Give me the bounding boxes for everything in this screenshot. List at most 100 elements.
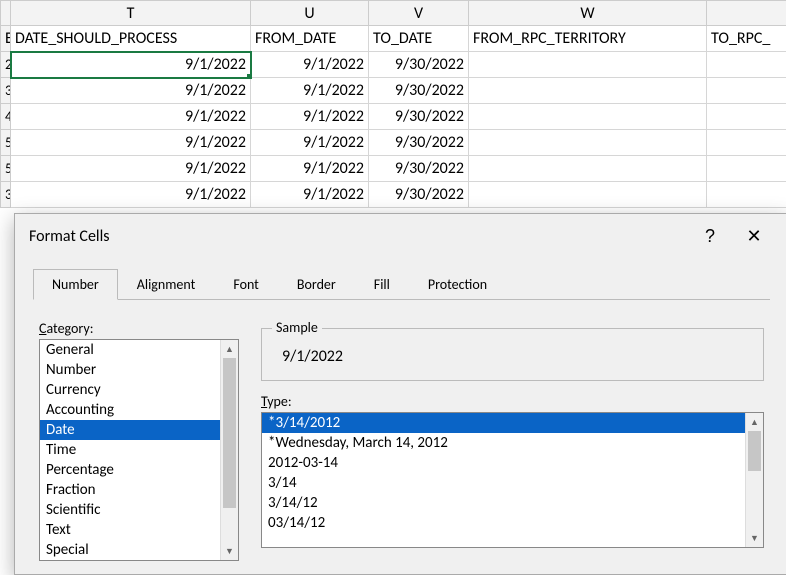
category-item[interactable]: Scientific xyxy=(40,500,220,520)
table-row: E DATE_SHOULD_PROCESS FROM_DATE TO_DATE … xyxy=(1,26,786,52)
row-header[interactable]: 5 xyxy=(1,130,11,156)
cell[interactable]: 9/30/2022 xyxy=(369,130,469,156)
cell[interactable]: 9/30/2022 xyxy=(369,78,469,104)
column-header-row: T U V W xyxy=(1,1,786,26)
row-header[interactable]: 4 xyxy=(1,104,11,130)
cell[interactable]: 9/1/2022 xyxy=(11,130,251,156)
cell[interactable]: 9/1/2022 xyxy=(11,182,251,208)
cell[interactable]: TO_DATE xyxy=(369,26,469,52)
category-item[interactable]: General xyxy=(40,340,220,360)
row-header[interactable]: 3 xyxy=(1,78,11,104)
format-detail-section: Sample 9/1/2022 Type: *3/14/2012 *Wednes… xyxy=(261,320,764,561)
close-button[interactable]: ✕ xyxy=(732,218,776,254)
tab-protection[interactable]: Protection xyxy=(409,269,506,300)
cell[interactable] xyxy=(707,182,786,208)
cell[interactable]: 9/30/2022 xyxy=(369,182,469,208)
tab-fill[interactable]: Fill xyxy=(355,269,409,300)
format-cells-dialog: Format Cells ? ✕ Number Alignment Font B… xyxy=(14,213,786,575)
type-item[interactable]: 03/14/12 xyxy=(262,513,745,533)
cell[interactable] xyxy=(469,156,707,182)
category-section: Category: General Number Currency Accoun… xyxy=(39,320,239,561)
type-section: Type: *3/14/2012 *Wednesday, March 14, 2… xyxy=(261,393,764,548)
category-item[interactable]: Special xyxy=(40,540,220,560)
tab-border[interactable]: Border xyxy=(278,269,355,300)
cell[interactable]: 9/1/2022 xyxy=(251,104,369,130)
category-item[interactable]: Fraction xyxy=(40,480,220,500)
category-item[interactable]: Text xyxy=(40,520,220,540)
scroll-down-icon[interactable]: ▼ xyxy=(221,542,238,560)
category-item[interactable]: Percentage xyxy=(40,460,220,480)
cell[interactable] xyxy=(707,130,786,156)
table-row: 2 9/1/2022 9/1/2022 9/30/2022 xyxy=(1,52,786,78)
col-header-W[interactable]: W xyxy=(469,1,707,26)
category-scrollbar[interactable]: ▲ ▼ xyxy=(220,340,238,560)
cell[interactable]: 9/1/2022 xyxy=(251,52,369,78)
cell[interactable]: DATE_SHOULD_PROCESS xyxy=(11,26,251,52)
scroll-thumb[interactable] xyxy=(748,431,761,471)
sample-value: 9/1/2022 xyxy=(276,347,749,366)
cell[interactable]: 9/1/2022 xyxy=(251,156,369,182)
cell[interactable] xyxy=(469,130,707,156)
col-header-X[interactable] xyxy=(707,1,786,26)
type-item[interactable]: 3/14 xyxy=(262,473,745,493)
number-tab-panel: Category: General Number Currency Accoun… xyxy=(15,300,786,561)
dialog-title: Format Cells xyxy=(29,227,688,246)
row-header[interactable]: 2 xyxy=(1,52,11,78)
help-button[interactable]: ? xyxy=(688,218,732,254)
cell[interactable]: 9/1/2022 xyxy=(251,78,369,104)
scroll-up-icon[interactable]: ▲ xyxy=(746,413,763,431)
scroll-up-icon[interactable]: ▲ xyxy=(221,340,238,358)
spreadsheet-grid[interactable]: T U V W E DATE_SHOULD_PROCESS FROM_DATE … xyxy=(0,0,786,208)
table-row: 5 9/1/2022 9/1/2022 9/30/2022 xyxy=(1,130,786,156)
cell[interactable]: 9/1/2022 xyxy=(11,104,251,130)
cell[interactable]: 9/1/2022 xyxy=(251,130,369,156)
type-listbox[interactable]: *3/14/2012 *Wednesday, March 14, 2012 20… xyxy=(261,412,764,548)
cell[interactable]: 9/1/2022 xyxy=(11,156,251,182)
type-item-selected[interactable]: *3/14/2012 xyxy=(262,413,745,433)
table-row: 4 9/1/2022 9/1/2022 9/30/2022 xyxy=(1,104,786,130)
tab-number[interactable]: Number xyxy=(33,269,118,300)
table-row: 5 9/1/2022 9/1/2022 9/30/2022 xyxy=(1,156,786,182)
cell[interactable] xyxy=(469,104,707,130)
row-header[interactable]: 3 xyxy=(1,182,11,208)
cell[interactable] xyxy=(469,52,707,78)
col-header-U[interactable]: U xyxy=(251,1,369,26)
cell[interactable]: 9/30/2022 xyxy=(369,104,469,130)
table-row: 3 9/1/2022 9/1/2022 9/30/2022 xyxy=(1,182,786,208)
type-label: Type: xyxy=(261,393,764,410)
cell[interactable] xyxy=(469,182,707,208)
scroll-down-icon[interactable]: ▼ xyxy=(746,529,763,547)
category-item-selected[interactable]: Date xyxy=(40,420,220,440)
tab-font[interactable]: Font xyxy=(214,269,278,300)
sample-label: Sample xyxy=(272,319,322,336)
category-item[interactable]: Number xyxy=(40,360,220,380)
type-item[interactable]: *Wednesday, March 14, 2012 xyxy=(262,433,745,453)
type-item[interactable]: 3/14/12 xyxy=(262,493,745,513)
select-all-corner[interactable] xyxy=(1,1,11,26)
scroll-thumb[interactable] xyxy=(223,358,236,508)
cell[interactable] xyxy=(707,78,786,104)
col-header-T[interactable]: T xyxy=(11,1,251,26)
cell[interactable]: 9/30/2022 xyxy=(369,52,469,78)
col-header-V[interactable]: V xyxy=(369,1,469,26)
cell[interactable] xyxy=(469,78,707,104)
category-item[interactable]: Time xyxy=(40,440,220,460)
category-listbox[interactable]: General Number Currency Accounting Date … xyxy=(39,339,239,561)
cell[interactable] xyxy=(707,104,786,130)
type-item[interactable]: 2012-03-14 xyxy=(262,453,745,473)
cell[interactable] xyxy=(707,52,786,78)
cell[interactable] xyxy=(707,156,786,182)
cell[interactable]: 9/1/2022 xyxy=(11,78,251,104)
category-item[interactable]: Accounting xyxy=(40,400,220,420)
cell[interactable]: 9/1/2022 xyxy=(251,182,369,208)
row-header[interactable]: E xyxy=(1,26,11,52)
cell[interactable]: TO_RPC_ xyxy=(707,26,786,52)
category-item[interactable]: Currency xyxy=(40,380,220,400)
type-scrollbar[interactable]: ▲ ▼ xyxy=(745,413,763,547)
cell[interactable]: 9/30/2022 xyxy=(369,156,469,182)
tab-alignment[interactable]: Alignment xyxy=(118,269,215,300)
cell[interactable]: FROM_RPC_TERRITORY xyxy=(469,26,707,52)
cell[interactable]: FROM_DATE xyxy=(251,26,369,52)
cell-active[interactable]: 9/1/2022 xyxy=(11,52,251,78)
row-header[interactable]: 5 xyxy=(1,156,11,182)
